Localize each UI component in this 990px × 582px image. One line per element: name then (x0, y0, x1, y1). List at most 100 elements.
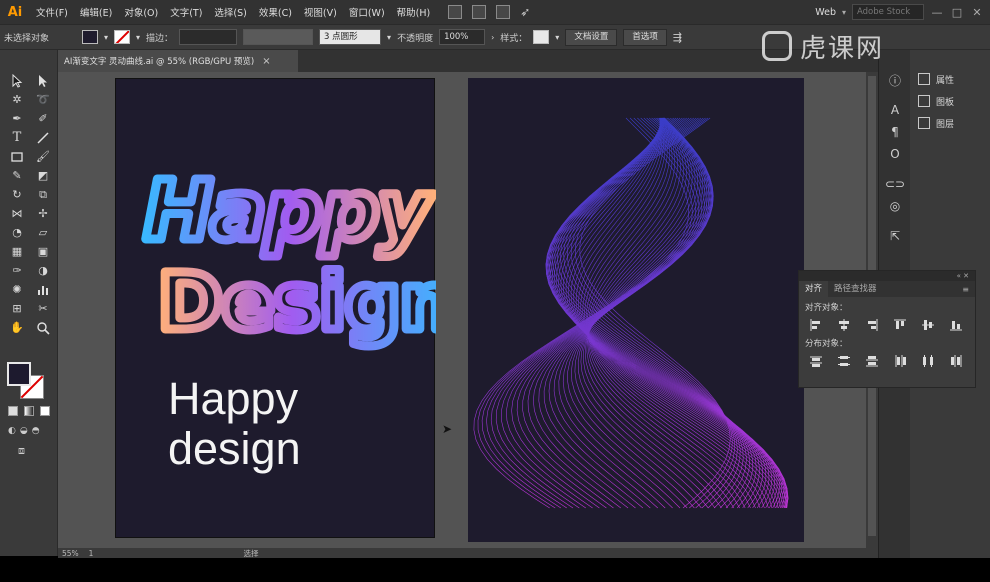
artboard-1[interactable]: Happy Design Happy design (115, 78, 436, 538)
close-icon[interactable]: × (262, 56, 270, 67)
line-tool-icon[interactable] (34, 129, 52, 146)
rectangle-tool-icon[interactable] (8, 148, 26, 165)
screen-mode-icon[interactable]: ⧈ (18, 444, 25, 458)
workspace-switcher[interactable]: Web (815, 7, 836, 18)
mesh-icon[interactable]: ▦ (8, 243, 26, 260)
menu-edit[interactable]: 编辑(E) (74, 5, 118, 19)
menu-window[interactable]: 窗口(W) (343, 5, 391, 19)
color-mode-icon[interactable] (8, 406, 18, 416)
chevron-down-icon[interactable]: ▾ (387, 33, 391, 42)
align-left-icon[interactable] (805, 317, 827, 333)
shaper-icon[interactable]: ✎ (8, 167, 26, 184)
fill-swatch[interactable] (82, 30, 98, 44)
arrange-documents-icon[interactable] (496, 5, 511, 19)
align-bottom-icon[interactable] (945, 317, 967, 333)
distribute-right-icon[interactable] (945, 353, 967, 369)
align-top-icon[interactable] (889, 317, 911, 333)
width-icon[interactable]: ⋈ (8, 205, 26, 222)
pen-tool-icon[interactable]: ✒ (8, 110, 26, 127)
shape-builder-icon[interactable]: ◔ (8, 224, 26, 241)
chevron-down-icon[interactable]: ▾ (555, 33, 559, 42)
page-number[interactable]: 1 (89, 549, 94, 558)
paintbrush-icon[interactable]: 🖌 (34, 148, 52, 165)
canvas-area[interactable]: Happy Design Happy design ➤ (58, 72, 866, 548)
opentype-icon[interactable]: O (879, 144, 911, 164)
panel-menu-icon[interactable]: ≡ (962, 285, 969, 294)
menu-file[interactable]: 文件(F) (30, 5, 74, 19)
character-icon[interactable]: A (879, 100, 911, 120)
gradient-mode-icon[interactable] (24, 406, 34, 416)
chevron-down-icon[interactable]: ▾ (104, 33, 108, 42)
selection-tool-icon[interactable] (8, 72, 26, 89)
preferences-button[interactable]: 首选项 (623, 28, 667, 46)
rotate-icon[interactable]: ↻ (8, 186, 26, 203)
zoom-level[interactable]: 55% (62, 549, 79, 558)
distribute-hcenter-icon[interactable] (917, 353, 939, 369)
direct-selection-tool-icon[interactable] (34, 72, 52, 89)
menu-type[interactable]: 文字(T) (164, 5, 208, 19)
close-window-button[interactable]: ✕ (970, 6, 984, 19)
artboard-2[interactable] (468, 78, 804, 542)
fill-color-box[interactable] (7, 362, 31, 386)
symbol-sprayer-icon[interactable]: ✺ (8, 281, 26, 298)
brush-dropdown[interactable]: 3 点圆形 (319, 29, 382, 45)
menu-effect[interactable]: 效果(C) (253, 5, 298, 19)
draw-mode-icons[interactable]: ◐ ◒ ◓ (8, 426, 40, 436)
chevron-right-icon[interactable]: › (491, 33, 494, 42)
blend-icon[interactable]: ◑ (34, 262, 52, 279)
document-tab[interactable]: AI渐变文字 灵动曲线.ai @ 55% (RGB/GPU 预览) × (58, 50, 298, 72)
panel-collapse-bar[interactable]: « ✕ (799, 271, 975, 281)
perspective-icon[interactable]: ▱ (34, 224, 52, 241)
none-mode-icon[interactable] (40, 406, 50, 416)
menu-select[interactable]: 选择(S) (208, 5, 252, 19)
curvature-icon[interactable]: ✐ (34, 110, 52, 127)
distribute-top-icon[interactable] (805, 353, 827, 369)
scale-icon[interactable]: ⧉ (34, 186, 52, 203)
panel-layers[interactable]: 图层 (910, 112, 990, 134)
align-vcenter-icon[interactable] (917, 317, 939, 333)
appearance-icon[interactable]: ◎ (879, 196, 911, 216)
links-icon[interactable]: ⊂⊃ (879, 174, 911, 194)
distribute-bottom-icon[interactable] (861, 353, 883, 369)
menu-object[interactable]: 对象(O) (118, 5, 164, 19)
eraser-icon[interactable]: ◩ (34, 167, 52, 184)
graph-icon[interactable] (34, 281, 52, 298)
tab-align[interactable]: 对齐 (799, 281, 829, 297)
document-setup-button[interactable]: 文档设置 (565, 28, 618, 46)
paragraph-icon[interactable]: ¶ (879, 122, 911, 142)
minimize-button[interactable]: — (930, 6, 944, 19)
graphic-style-swatch[interactable] (533, 30, 550, 44)
gpu-performance-icon[interactable]: ➶ (520, 5, 530, 19)
puppet-warp-icon[interactable]: ✢ (34, 205, 52, 222)
menu-view[interactable]: 视图(V) (298, 5, 343, 19)
bridge-icon[interactable] (448, 5, 463, 19)
opacity-field[interactable]: 100% (439, 29, 486, 45)
gradient-icon[interactable]: ▣ (34, 243, 52, 260)
export-icon[interactable]: ⇱ (879, 226, 911, 246)
distribute-vcenter-icon[interactable] (833, 353, 855, 369)
maximize-button[interactable]: □ (950, 6, 964, 19)
tab-pathfinder[interactable]: 路径查找器 (828, 281, 883, 297)
hand-icon[interactable]: ✋ (8, 319, 26, 336)
align-hcenter-icon[interactable] (833, 317, 855, 333)
info-icon[interactable]: ⓘ (879, 70, 911, 90)
panel-properties[interactable]: 属性 (910, 68, 990, 90)
menu-help[interactable]: 帮助(H) (391, 5, 437, 19)
stock-search-input[interactable]: Adobe Stock (852, 4, 924, 20)
eyedropper-icon[interactable]: ✑ (8, 262, 26, 279)
panel-artboards[interactable]: 图板 (910, 90, 990, 112)
zoom-icon[interactable] (34, 319, 52, 336)
lasso-icon[interactable]: ➰ (34, 91, 52, 108)
stroke-weight-field[interactable] (179, 29, 238, 45)
chevron-down-icon[interactable]: ▾ (136, 33, 140, 42)
arrange-icon[interactable]: ⇶ (673, 31, 682, 44)
stroke-swatch[interactable] (114, 30, 131, 44)
type-tool-icon[interactable]: T (8, 129, 26, 146)
artboard-tool-icon[interactable]: ⊞ (8, 300, 26, 317)
slice-icon[interactable]: ✂ (34, 300, 52, 317)
align-right-icon[interactable] (861, 317, 883, 333)
stock-icon[interactable] (472, 5, 487, 19)
distribute-left-icon[interactable] (889, 353, 911, 369)
variable-width-dropdown[interactable] (243, 29, 314, 45)
chevron-down-icon[interactable]: ▾ (842, 8, 846, 17)
